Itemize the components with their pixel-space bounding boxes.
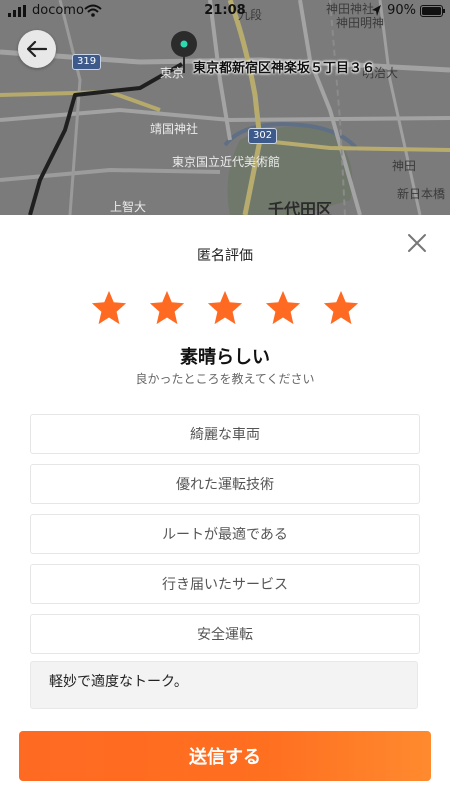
comment-field[interactable]: 軽妙で適度なトーク。 bbox=[30, 661, 418, 709]
map-background bbox=[0, 0, 450, 215]
destination-address: 東京都新宿区神楽坂５丁目３６ bbox=[193, 61, 376, 76]
rating-sheet: 匿名評価 素晴らしい 良かったところを教えてください 綺麗な車両 優れた運転技術… bbox=[0, 215, 450, 800]
star-icon-3[interactable] bbox=[206, 289, 244, 327]
star-icon-5[interactable] bbox=[322, 289, 360, 327]
map-label-nihonbashi: 新日本橋 bbox=[397, 187, 446, 201]
battery-percentage: 90% bbox=[387, 3, 416, 18]
map-label-momat: 東京国立近代美術館 bbox=[172, 155, 281, 169]
map-label-jochi: 上智大 bbox=[110, 200, 147, 214]
submit-button[interactable]: 送信する bbox=[19, 731, 431, 781]
map-label-chiyoda: 千代田区 bbox=[268, 200, 333, 215]
star-rating[interactable] bbox=[90, 289, 360, 329]
star-icon-1[interactable] bbox=[90, 289, 128, 327]
star-icon-2[interactable] bbox=[148, 289, 186, 327]
status-bar: docomo 21:08 90% bbox=[0, 0, 450, 22]
route-shield-302: 302 bbox=[248, 128, 278, 144]
sheet-title: 匿名評価 bbox=[197, 248, 253, 264]
rating-label: 素晴らしい bbox=[180, 347, 270, 368]
star-icon-4[interactable] bbox=[264, 289, 302, 327]
rating-subtitle: 良かったところを教えてください bbox=[135, 372, 315, 386]
map-label-yasukuni: 靖国神社 bbox=[150, 122, 199, 136]
map-label-kanda: 神田 bbox=[392, 159, 417, 173]
option-clean-vehicle[interactable]: 綺麗な車両 bbox=[30, 414, 420, 454]
option-safe-driving[interactable]: 安全運転 bbox=[30, 614, 420, 654]
arrow-left-icon bbox=[27, 41, 47, 57]
clock: 21:08 bbox=[204, 3, 246, 18]
battery-icon bbox=[420, 5, 445, 17]
back-button[interactable] bbox=[18, 30, 56, 68]
option-optimal-route[interactable]: ルートが最適である bbox=[30, 514, 420, 554]
location-arrow-icon bbox=[372, 5, 381, 16]
option-driving-skill[interactable]: 優れた運転技術 bbox=[30, 464, 420, 504]
map-view[interactable]: 東京 九段 神田神社 神田明神 明治大 靖国神社 東京国立近代美術館 千代田区 … bbox=[0, 0, 450, 215]
option-attentive-service[interactable]: 行き届いたサービス bbox=[30, 564, 420, 604]
route-shield-319: 319 bbox=[72, 54, 102, 70]
